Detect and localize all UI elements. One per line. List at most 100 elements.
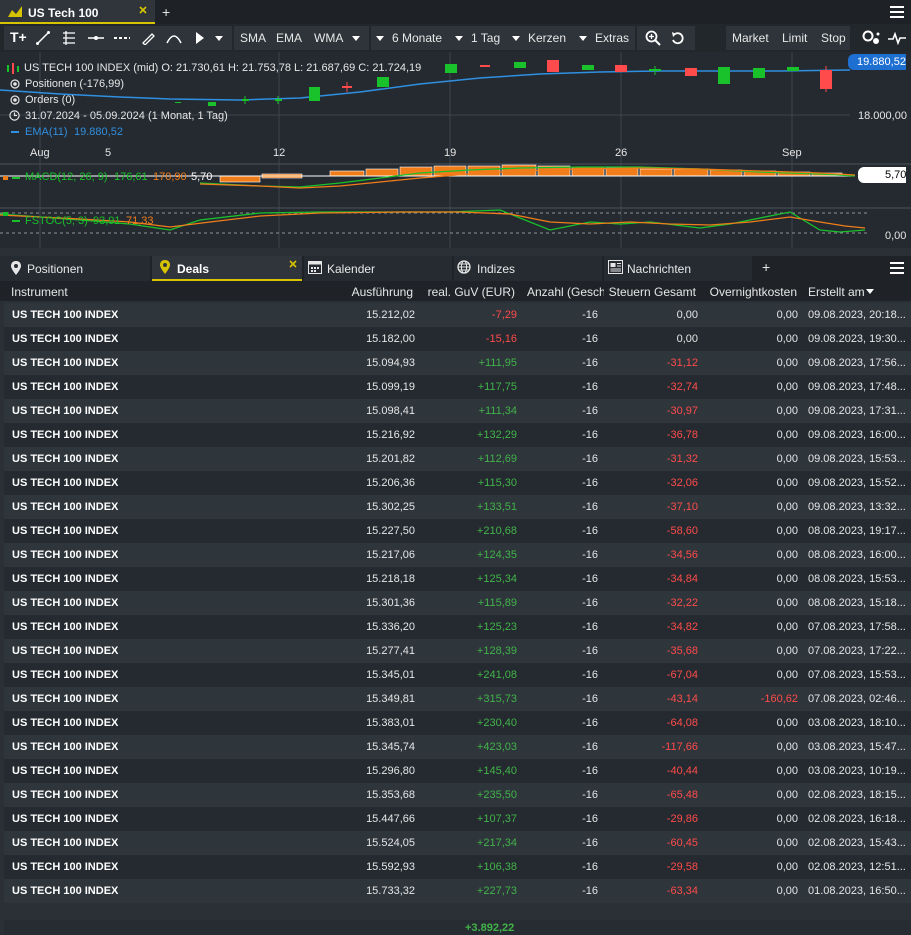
table-row[interactable]: US TECH 100 INDEX 15.094,93 +111,95 -16 -31,… bbox=[4, 351, 911, 375]
overnight-cost-cell: 0,00 bbox=[776, 861, 798, 873]
pulse-icon[interactable] bbox=[888, 31, 906, 45]
close-tab-icon[interactable] bbox=[289, 260, 297, 268]
table-row[interactable]: US TECH 100 INDEX 15.592,93 +106,38 -16 -29,… bbox=[4, 855, 911, 879]
column-header-overnight[interactable]: Overnightkosten bbox=[710, 285, 797, 299]
tab-title: US Tech 100 bbox=[28, 6, 99, 20]
table-row[interactable]: US TECH 100 INDEX 15.302,25 +133,51 -16 -37,… bbox=[4, 495, 911, 519]
limit-order-button[interactable]: Limit bbox=[782, 31, 807, 45]
table-row[interactable]: US TECH 100 INDEX 15.383,01 +230,40 -16 -64,… bbox=[4, 711, 911, 735]
chevron-down-icon[interactable] bbox=[512, 36, 520, 41]
quantity-cell: -16 bbox=[582, 693, 598, 705]
settings-toggle-icon[interactable] bbox=[862, 30, 882, 46]
sort-desc-icon[interactable] bbox=[866, 289, 874, 294]
hamburger-menu-icon[interactable] bbox=[890, 6, 904, 18]
add-panel-tab-button[interactable]: + bbox=[762, 259, 770, 275]
table-row[interactable]: US TECH 100 INDEX 15.217,06 +124,35 -16 -34,… bbox=[4, 543, 911, 567]
quantity-cell: -16 bbox=[582, 429, 598, 441]
table-row[interactable]: US TECH 100 INDEX 15.301,36 +115,89 -16 -32,… bbox=[4, 591, 911, 615]
column-header-anzahl[interactable]: Anzahl (Geschl bbox=[527, 285, 604, 299]
table-row[interactable]: US TECH 100 INDEX 15.277,41 +128,39 -16 -35,… bbox=[4, 639, 911, 663]
taxes-cell: -32,22 bbox=[666, 597, 698, 609]
chevron-down-icon[interactable] bbox=[579, 36, 587, 41]
table-row[interactable]: US TECH 100 INDEX 15.733,32 +227,73 -16 -63,… bbox=[4, 879, 911, 903]
add-tab-button[interactable]: + bbox=[162, 4, 170, 20]
fstoc-handle[interactable] bbox=[3, 212, 8, 216]
chart-type-select[interactable]: Kerzen bbox=[528, 31, 566, 45]
horizontal-line-tool-icon[interactable] bbox=[88, 31, 104, 45]
table-row[interactable]: US TECH 100 INDEX 15.098,41 +111,34 -16 -30,… bbox=[4, 399, 911, 423]
chevron-down-icon[interactable] bbox=[352, 36, 360, 41]
table-row[interactable]: US TECH 100 INDEX 15.524,05 +217,34 -16 -60,… bbox=[4, 831, 911, 855]
realized-pnl-cell: +124,35 bbox=[476, 549, 517, 561]
tab-kalender[interactable]: Kalender bbox=[304, 256, 452, 281]
tab-deals[interactable]: Deals bbox=[152, 256, 302, 281]
table-row[interactable]: US TECH 100 INDEX 15.201,82 +112,69 -16 -31,… bbox=[4, 447, 911, 471]
table-row[interactable]: US TECH 100 INDEX 15.353,68 +235,50 -16 -65,… bbox=[4, 783, 911, 807]
market-order-button[interactable]: Market bbox=[732, 31, 769, 45]
period-select[interactable]: 6 Monate bbox=[392, 31, 442, 45]
table-row[interactable]: US TECH 100 INDEX 15.218,18 +125,34 -16 -34,… bbox=[4, 567, 911, 591]
cursor-tool-icon[interactable] bbox=[194, 31, 206, 45]
deals-table-header: Instrument Ausführung real. GuV (EUR) An… bbox=[0, 281, 911, 301]
tab-us-tech-100[interactable]: US Tech 100 bbox=[0, 0, 155, 24]
curve-tool-icon[interactable] bbox=[166, 31, 182, 45]
table-row[interactable]: US TECH 100 INDEX 15.227,50 +210,68 -16 -58,… bbox=[4, 519, 911, 543]
tab-nachrichten[interactable]: Nachrichten bbox=[604, 256, 752, 281]
instrument-cell: US TECH 100 INDEX bbox=[12, 405, 119, 417]
chevron-down-icon[interactable] bbox=[455, 36, 463, 41]
table-row[interactable]: US TECH 100 INDEX 15.345,01 +241,08 -16 -67,… bbox=[4, 663, 911, 687]
overnight-cost-cell: 0,00 bbox=[776, 429, 798, 441]
column-header-steuern[interactable]: Steuern Gesamt bbox=[609, 285, 696, 299]
radio-icon[interactable] bbox=[10, 79, 20, 89]
table-row[interactable]: US TECH 100 INDEX 15.447,66 +107,37 -16 -29,… bbox=[4, 807, 911, 831]
table-row[interactable]: US TECH 100 INDEX 15.336,20 +125,23 -16 -34,… bbox=[4, 615, 911, 639]
table-row[interactable]: US TECH 100 INDEX 15.345,74 +423,03 -16 -117… bbox=[4, 735, 911, 759]
column-header-instrument[interactable]: Instrument bbox=[11, 285, 68, 299]
quantity-cell: -16 bbox=[582, 573, 598, 585]
zoom-icon[interactable] bbox=[645, 30, 661, 46]
dotted-line-tool-icon[interactable] bbox=[114, 31, 130, 45]
quantity-cell: -16 bbox=[582, 813, 598, 825]
text-tool-icon[interactable]: T+ bbox=[10, 29, 27, 45]
taxes-cell: -37,10 bbox=[666, 501, 698, 513]
overnight-cost-cell: 0,00 bbox=[776, 381, 798, 393]
tab-indizes[interactable]: Indizes bbox=[454, 256, 602, 281]
execution-price-cell: 15.217,06 bbox=[366, 549, 415, 561]
chevron-down-icon[interactable] bbox=[376, 36, 384, 41]
positions-toggle[interactable]: Positionen (-176,99) bbox=[25, 78, 124, 90]
table-row[interactable]: US TECH 100 INDEX 15.099,19 +117,75 -16 -32,… bbox=[4, 375, 911, 399]
column-header-ausfuehrung[interactable]: Ausführung bbox=[352, 285, 413, 299]
column-header-erstellt[interactable]: Erstellt am bbox=[808, 285, 865, 299]
price-chart[interactable]: US TECH 100 INDEX (mid) O: 21.730,61 H: … bbox=[0, 52, 911, 248]
ema-button[interactable]: EMA bbox=[276, 31, 302, 45]
chevron-down-icon[interactable] bbox=[215, 36, 223, 41]
table-row[interactable]: US TECH 100 INDEX 15.212,02 -7,29 -16 0,00 0,… bbox=[4, 303, 911, 327]
execution-price-cell: 15.098,41 bbox=[366, 405, 415, 417]
hamburger-menu-icon[interactable] bbox=[890, 262, 904, 274]
table-row[interactable]: US TECH 100 INDEX 15.349,81 +315,73 -16 -43,… bbox=[4, 687, 911, 711]
pen-tool-icon[interactable] bbox=[141, 31, 155, 45]
fibonacci-tool-icon[interactable] bbox=[62, 31, 76, 45]
instrument-cell: US TECH 100 INDEX bbox=[12, 837, 119, 849]
sma-button[interactable]: SMA bbox=[240, 31, 266, 45]
table-row[interactable]: US TECH 100 INDEX 15.182,00 -15,16 -16 0,00 0… bbox=[4, 327, 911, 351]
created-at-cell: 09.08.2023, 20:18... bbox=[808, 309, 906, 321]
close-tab-icon[interactable] bbox=[139, 6, 147, 14]
extras-menu[interactable]: Extras bbox=[595, 31, 629, 45]
table-row[interactable]: US TECH 100 INDEX 15.216,92 +132,29 -16 -36,… bbox=[4, 423, 911, 447]
orders-toggle[interactable]: Orders (0) bbox=[25, 94, 75, 106]
interval-select[interactable]: 1 Tag bbox=[471, 31, 500, 45]
column-header-guv[interactable]: real. GuV (EUR) bbox=[428, 285, 515, 299]
undo-icon[interactable] bbox=[671, 31, 685, 45]
stop-order-button[interactable]: Stop bbox=[821, 31, 846, 45]
table-row[interactable]: US TECH 100 INDEX 15.206,36 +115,30 -16 -32,… bbox=[4, 471, 911, 495]
execution-price-cell: 15.218,18 bbox=[366, 573, 415, 585]
tab-positionen[interactable]: Positionen bbox=[0, 256, 150, 281]
radio-icon[interactable] bbox=[10, 95, 20, 105]
wma-button[interactable]: WMA bbox=[314, 31, 343, 45]
macd-handle[interactable] bbox=[3, 176, 8, 180]
candle bbox=[685, 68, 697, 76]
table-row[interactable]: US TECH 100 INDEX 15.296,80 +145,40 -16 -40,… bbox=[4, 759, 911, 783]
line-tool-icon[interactable] bbox=[36, 31, 50, 45]
realized-pnl-cell: -7,29 bbox=[491, 309, 517, 321]
